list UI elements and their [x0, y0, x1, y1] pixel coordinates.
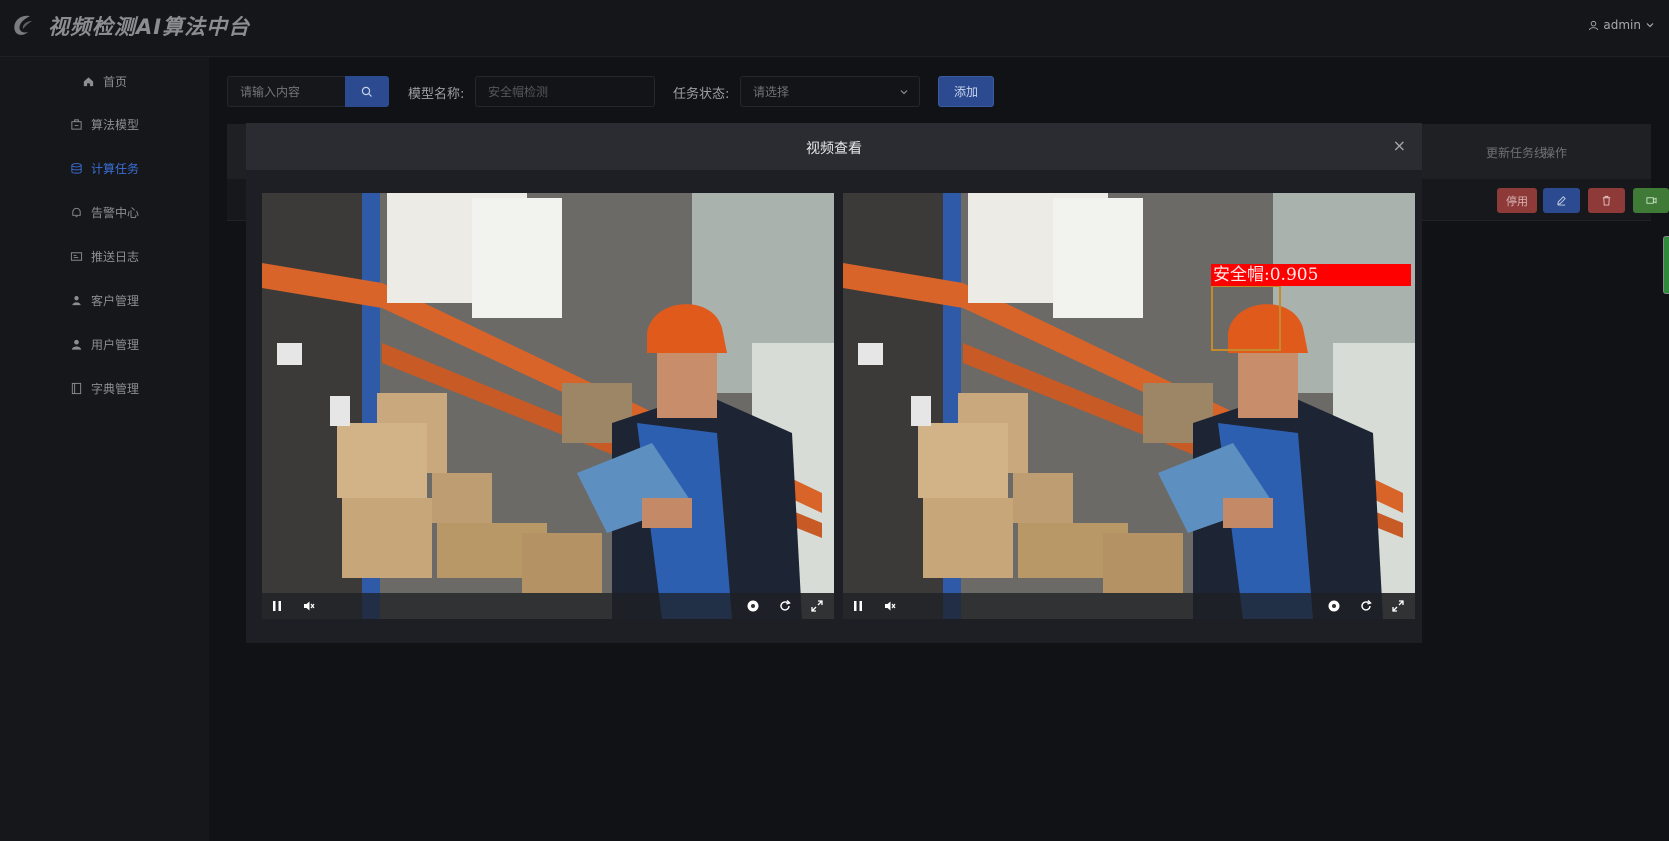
- side-scroll-handle[interactable]: [1663, 236, 1669, 294]
- disable-button[interactable]: 停用: [1497, 188, 1537, 213]
- user-icon: [1589, 20, 1599, 30]
- sidebar-item-label: 推送日志: [90, 249, 139, 264]
- pause-icon[interactable]: [270, 599, 284, 613]
- sidebar: 首页 算法模型 计算任务 告警中心 推送日志 客户管理 用户管理 字典管理: [0, 57, 209, 841]
- username: admin: [1603, 18, 1641, 32]
- sidebar-item-label: 字典管理: [90, 381, 139, 396]
- detection-video-player[interactable]: 安全帽:0.905: [843, 193, 1415, 619]
- close-icon[interactable]: ×: [1393, 136, 1406, 155]
- model-name-field[interactable]: 安全帽检测: [475, 76, 655, 107]
- pause-icon[interactable]: [851, 599, 865, 613]
- package-icon: [71, 118, 82, 130]
- task-status-select[interactable]: 请选择: [740, 76, 920, 107]
- mute-icon[interactable]: [302, 599, 316, 613]
- task-status-placeholder: 请选择: [753, 85, 790, 99]
- bell-icon: [72, 207, 81, 217]
- sidebar-item-dictionary[interactable]: 字典管理: [0, 377, 209, 399]
- video-controls: [262, 593, 834, 619]
- app-title: 视频检测AI算法中台: [48, 15, 251, 39]
- model-name-label: 模型名称:: [408, 87, 465, 102]
- fullscreen-icon[interactable]: [810, 599, 824, 613]
- user-menu[interactable]: admin: [1588, 18, 1655, 32]
- sidebar-item-label: 用户管理: [90, 337, 139, 352]
- refresh-icon[interactable]: [1359, 599, 1373, 613]
- sidebar-item-home[interactable]: 首页: [0, 70, 209, 92]
- edit-icon: [1557, 196, 1566, 206]
- card-icon: [70, 251, 83, 261]
- sidebar-item-label: 计算任务: [90, 161, 139, 176]
- logo-icon: [14, 15, 32, 35]
- model-name-value: 安全帽检测: [488, 85, 549, 99]
- sidebar-item-label: 首页: [102, 74, 127, 89]
- search-icon: [361, 86, 372, 97]
- database-icon: [71, 162, 82, 174]
- edit-button[interactable]: [1543, 188, 1580, 213]
- record-icon[interactable]: [746, 599, 760, 613]
- delete-button[interactable]: [1588, 188, 1625, 213]
- search-button[interactable]: [345, 76, 389, 107]
- original-video-player[interactable]: [262, 193, 834, 619]
- video-frame: [843, 193, 1415, 619]
- detection-label: 安全帽:0.905: [1211, 264, 1411, 286]
- user-icon: [71, 339, 82, 350]
- fullscreen-icon[interactable]: [1391, 599, 1405, 613]
- modal-title: 视频查看: [806, 141, 862, 157]
- video-modal: 视频查看 × 安全帽:0.905: [246, 123, 1422, 643]
- sidebar-item-logs[interactable]: 推送日志: [0, 245, 209, 267]
- search-input[interactable]: [227, 76, 345, 107]
- modal-header: 视频查看 ×: [246, 123, 1422, 170]
- record-icon[interactable]: [1327, 599, 1341, 613]
- task-status-label: 任务状态:: [673, 87, 730, 102]
- sidebar-item-label: 客户管理: [90, 293, 139, 308]
- column-header-actions: 操作: [1543, 146, 1568, 160]
- chevron-down-icon: [900, 90, 908, 95]
- home-icon: [83, 76, 94, 86]
- video-button[interactable]: [1633, 188, 1669, 213]
- add-button[interactable]: 添加: [938, 76, 994, 107]
- sidebar-item-label: 算法模型: [90, 117, 139, 132]
- book-icon: [71, 382, 82, 394]
- column-header-update: 更新任务线: [1486, 146, 1547, 160]
- sidebar-item-users[interactable]: 用户管理: [0, 333, 209, 355]
- video-camera-icon: [1645, 197, 1657, 204]
- refresh-icon[interactable]: [778, 599, 792, 613]
- detection-box: [1211, 285, 1281, 351]
- sidebar-item-customers[interactable]: 客户管理: [0, 289, 209, 311]
- video-controls: [843, 593, 1415, 619]
- sidebar-item-tasks[interactable]: 计算任务: [0, 157, 209, 179]
- video-frame: [262, 193, 834, 619]
- top-header: 视频检测AI算法中台 admin: [0, 0, 1669, 57]
- chevron-down-icon: [1646, 23, 1654, 28]
- mute-icon[interactable]: [883, 599, 897, 613]
- trash-icon: [1602, 195, 1611, 206]
- sidebar-item-label: 告警中心: [90, 205, 139, 220]
- sidebar-item-models[interactable]: 算法模型: [0, 113, 209, 135]
- sidebar-item-alerts[interactable]: 告警中心: [0, 201, 209, 223]
- person-icon: [72, 295, 81, 305]
